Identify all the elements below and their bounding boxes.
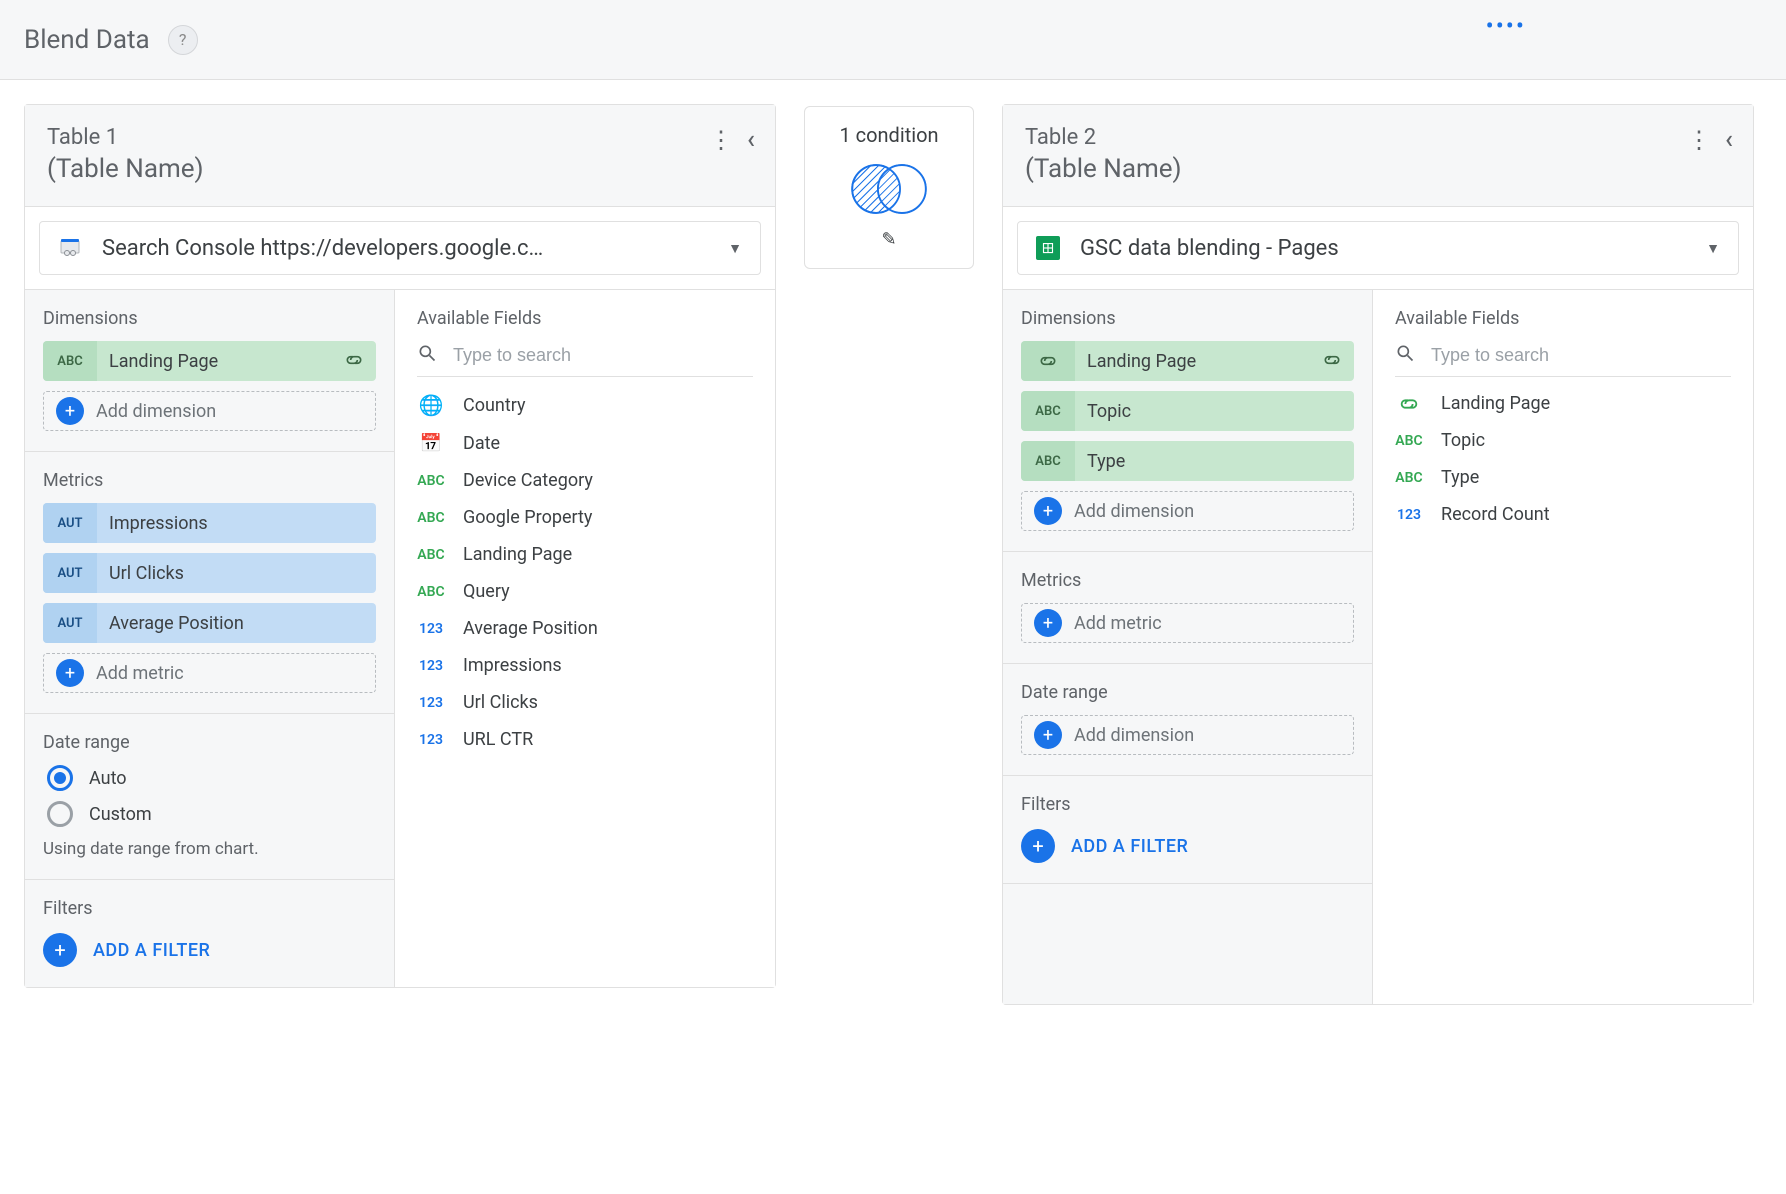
filters-heading: Filters [43,898,376,919]
search-input[interactable] [453,345,753,366]
table2-datasource-select[interactable]: GSC data blending - Pages ▼ [1017,221,1739,275]
plus-icon: + [1034,609,1062,637]
dimension-chip[interactable]: Landing Page [1021,341,1354,381]
metric-chip[interactable]: AUTAverage Position [43,603,376,643]
caret-down-icon: ▼ [1706,240,1720,257]
radio-icon [47,801,73,827]
metrics-heading: Metrics [1021,570,1354,591]
page-header: Blend Data ? •••• [0,0,1786,80]
add-dimension-button[interactable]: + Add dimension [1021,491,1354,531]
date-range-heading: Date range [1021,682,1354,703]
field-item[interactable]: ABCDevice Category [417,470,753,491]
number-icon: 123 [1395,507,1423,523]
field-item[interactable]: 123Url Clicks [417,692,753,713]
search-icon [417,343,437,368]
available-fields-heading: Available Fields [417,308,753,329]
field-item[interactable]: ABCLanding Page [417,544,753,565]
field-item[interactable]: ABCGoogle Property [417,507,753,528]
number-icon: 123 [417,621,445,637]
abc-icon: ABC [417,584,445,600]
pencil-icon: ✎ [881,229,896,250]
table2-datasource-label: GSC data blending - Pages [1080,236,1686,261]
calendar-icon: 📅 [417,433,445,454]
filters-heading: Filters [1021,794,1354,815]
add-filter-button[interactable]: + ADD A FILTER [1021,829,1354,863]
link-icon [1310,351,1354,372]
caret-down-icon: ▼ [728,240,742,257]
sheets-icon [1036,236,1060,260]
plus-icon: + [1034,721,1062,749]
dimensions-heading: Dimensions [1021,308,1354,329]
metric-chip[interactable]: AUTUrl Clicks [43,553,376,593]
table1-more-icon[interactable]: ⋮ [709,126,733,154]
date-range-heading: Date range [43,732,376,753]
abc-icon: ABC [1395,470,1423,486]
field-item[interactable]: Landing Page [1395,393,1731,414]
plus-icon: + [1034,497,1062,525]
abc-icon: ABC [417,510,445,526]
table1-name[interactable]: (Table Name) [47,154,709,184]
table1-datasource-label: Search Console https://developers.google… [102,236,708,261]
metric-chip[interactable]: AUTImpressions [43,503,376,543]
search-console-icon [58,236,82,260]
field-item[interactable]: 123Impressions [417,655,753,676]
number-icon: 123 [417,658,445,674]
date-auto-radio[interactable]: Auto [47,765,372,791]
available-fields-heading: Available Fields [1395,308,1731,329]
dimensions-heading: Dimensions [43,308,376,329]
add-date-dimension-button[interactable]: + Add dimension [1021,715,1354,755]
plus-icon: + [56,659,84,687]
link-icon [332,351,376,372]
plus-icon: + [56,397,84,425]
dimension-chip[interactable]: ABC Landing Page [43,341,376,381]
table1-datasource-select[interactable]: Search Console https://developers.google… [39,221,761,275]
table1-panel: Table 1 (Table Name) ⋮ ‹ Search Console … [24,104,776,988]
abc-icon: ABC [1395,433,1423,449]
plus-icon: + [43,933,77,967]
table1-label: Table 1 [47,125,709,150]
field-item[interactable]: ABCType [1395,467,1731,488]
number-icon: 123 [417,695,445,711]
date-custom-radio[interactable]: Custom [47,801,372,827]
search-icon [1395,343,1415,368]
table2-panel: Table 2 (Table Name) ⋮ ‹ GSC data blendi… [1002,104,1754,1005]
field-item[interactable]: 📅Date [417,433,753,454]
dimension-chip[interactable]: ABCTopic [1021,391,1354,431]
field-item[interactable]: ABCQuery [417,581,753,602]
table1-available-fields: 🌐Country 📅Date ABCDevice Category ABCGoo… [417,393,753,750]
field-item[interactable]: 🌐Country [417,393,753,417]
search-input[interactable] [1431,345,1731,366]
link-icon [1021,341,1075,381]
table2-available-fields: Landing Page ABCTopic ABCType 123Record … [1395,393,1731,525]
add-dimension-button[interactable]: + Add dimension [43,391,376,431]
add-metric-button[interactable]: + Add metric [43,653,376,693]
field-item[interactable]: 123Record Count [1395,504,1731,525]
join-title: 1 condition [839,123,938,147]
plus-icon: + [1021,829,1055,863]
page-title: Blend Data [24,25,150,55]
field-item[interactable]: 123Average Position [417,618,753,639]
abc-icon: ABC [417,473,445,489]
table1-collapse-icon[interactable]: ‹ [747,125,755,155]
field-item[interactable]: ABCTopic [1395,430,1731,451]
date-range-hint: Using date range from chart. [43,839,376,859]
number-icon: 123 [417,732,445,748]
add-filter-button[interactable]: + ADD A FILTER [43,933,376,967]
dimension-chip[interactable]: ABCType [1021,441,1354,481]
link-icon [1395,398,1423,410]
add-metric-button[interactable]: + Add metric [1021,603,1354,643]
table2-collapse-icon[interactable]: ‹ [1725,125,1733,155]
help-icon[interactable]: ? [168,25,198,55]
table2-name[interactable]: (Table Name) [1025,154,1687,184]
metrics-heading: Metrics [43,470,376,491]
join-config-button[interactable]: 1 condition ✎ [804,106,974,269]
radio-selected-icon [47,765,73,791]
abc-icon: ABC [417,547,445,563]
field-item[interactable]: 123URL CTR [417,729,753,750]
globe-icon: 🌐 [417,393,445,417]
table2-label: Table 2 [1025,125,1687,150]
table2-more-icon[interactable]: ⋮ [1687,126,1711,154]
venn-icon [843,161,935,217]
overflow-dots-icon[interactable]: •••• [1486,12,1526,40]
